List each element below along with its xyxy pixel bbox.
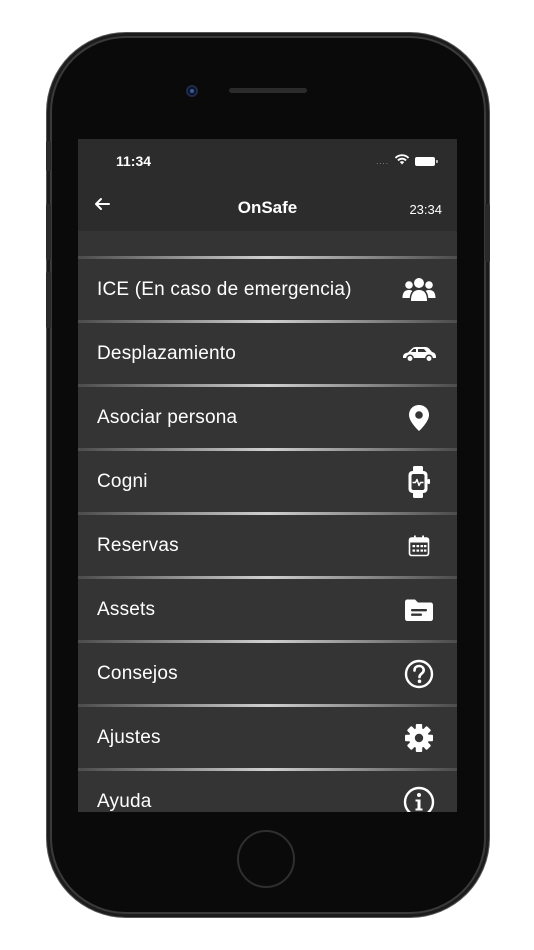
info-circle-icon <box>401 784 437 812</box>
app-header: OnSafe 23:34 <box>78 183 457 231</box>
menu-item-ice[interactable]: ICE (En caso de emergencia) <box>78 256 457 320</box>
menu-item-reservas[interactable]: Reservas <box>78 512 457 576</box>
menu-item-label: Assets <box>97 598 156 620</box>
menu-item-asociar-persona[interactable]: Asociar persona <box>78 384 457 448</box>
menu-list: ICE (En caso de emergencia) Desplazamien… <box>78 256 457 812</box>
menu-item-cogni[interactable]: Cogni <box>78 448 457 512</box>
menu-item-label: ICE (En caso de emergencia) <box>97 278 352 300</box>
home-button[interactable] <box>237 830 295 888</box>
menu-item-label: Ajustes <box>97 726 161 748</box>
gear-icon <box>401 720 437 756</box>
question-circle-icon <box>401 656 437 692</box>
status-bar: 11:34 .... <box>78 139 457 183</box>
signal-indicator: .... <box>376 156 389 166</box>
folder-icon <box>401 592 437 628</box>
status-icons: .... <box>376 152 438 170</box>
menu-item-ayuda[interactable]: Ayuda <box>78 768 457 812</box>
status-time: 11:34 <box>116 153 152 169</box>
map-pin-icon <box>401 400 437 436</box>
menu-item-label: Cogni <box>97 470 148 492</box>
menu-item-label: Reservas <box>97 534 179 556</box>
earpiece-speaker <box>229 88 307 93</box>
menu-item-label: Consejos <box>97 662 178 684</box>
power-button <box>485 204 490 262</box>
volume-down-button <box>46 272 51 328</box>
front-camera <box>186 85 198 97</box>
header-clock: 23:34 <box>409 202 442 217</box>
menu-item-desplazamiento[interactable]: Desplazamiento <box>78 320 457 384</box>
page-title: OnSafe <box>237 198 298 217</box>
volume-up-button <box>46 204 51 260</box>
menu-item-label: Asociar persona <box>97 406 238 428</box>
app-screen: 11:34 .... OnSafe 23:34 ICE (En caso de … <box>78 139 457 812</box>
menu-item-consejos[interactable]: Consejos <box>78 640 457 704</box>
battery-icon <box>415 156 438 166</box>
calendar-icon <box>401 528 437 564</box>
users-icon <box>401 272 437 308</box>
menu-item-assets[interactable]: Assets <box>78 576 457 640</box>
menu-item-label: Ayuda <box>97 790 152 812</box>
car-icon <box>401 336 437 372</box>
mute-switch <box>46 141 51 171</box>
menu-item-label: Desplazamiento <box>97 342 237 364</box>
wifi-icon <box>394 152 410 170</box>
menu-item-ajustes[interactable]: Ajustes <box>78 704 457 768</box>
smartwatch-icon <box>401 464 437 500</box>
